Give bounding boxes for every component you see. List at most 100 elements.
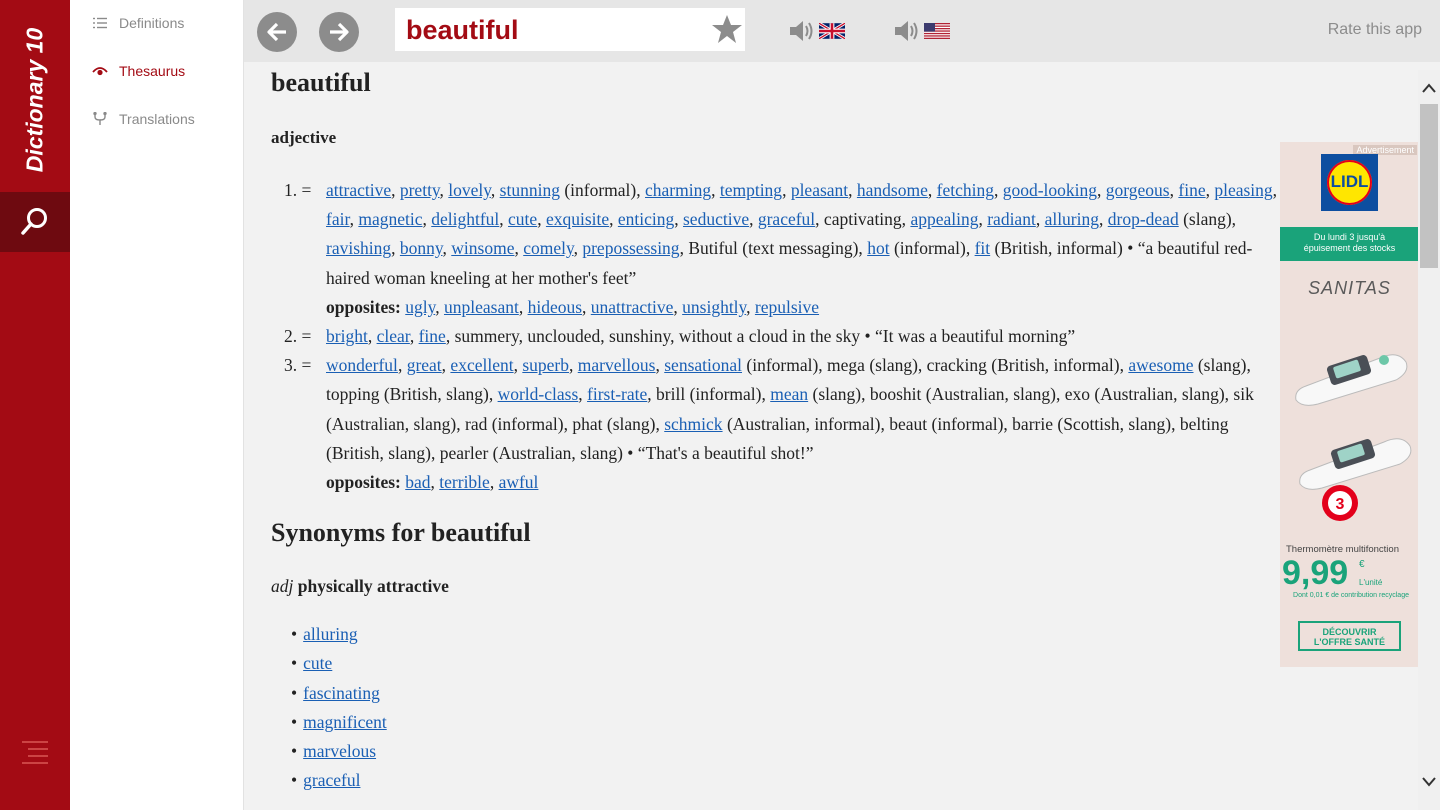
scroll-up-icon[interactable] [1421, 82, 1437, 94]
synonym-link[interactable]: wonderful [326, 355, 398, 375]
synonym-link[interactable]: alluring [303, 624, 357, 644]
synonym-link[interactable]: fair [326, 209, 350, 229]
pronounce-uk-button[interactable] [787, 16, 845, 46]
synonym-link[interactable]: lovely [448, 180, 491, 200]
synonym-link[interactable]: prepossessing [582, 238, 679, 258]
sense-number: 2. = [284, 326, 312, 347]
opposite-link[interactable]: unpleasant [444, 297, 519, 317]
synonym-link[interactable]: world-class [498, 384, 579, 404]
synonym-link[interactable]: gorgeous [1106, 180, 1170, 200]
opposite-link[interactable]: ugly [405, 297, 435, 317]
nav-item-definitions[interactable]: Definitions [70, 8, 243, 38]
eye-icon [92, 63, 108, 79]
opposite-link[interactable]: repulsive [755, 297, 819, 317]
sense-item: 2. = bright, clear, fine, summery, unclo… [284, 322, 1280, 351]
synonym-link[interactable]: stunning [500, 180, 560, 200]
nav-item-thesaurus[interactable]: Thesaurus [70, 56, 243, 86]
search-icon [21, 208, 47, 235]
opposite-link[interactable]: unattractive [591, 297, 674, 317]
app-title: Dictionary 10 [21, 27, 48, 173]
menu-icon [22, 741, 48, 764]
synonym-link[interactable]: hot [867, 238, 889, 258]
synonym-link[interactable]: sensational [664, 355, 742, 375]
search-nav-button[interactable] [0, 192, 70, 252]
opposite-link[interactable]: terrible [439, 472, 490, 492]
forward-button[interactable] [319, 12, 359, 52]
synonym-link[interactable]: pleasing [1214, 180, 1272, 200]
synonym-link[interactable]: great [407, 355, 442, 375]
opposites-label: opposites: [326, 296, 401, 317]
synonym-link[interactable]: enticing [618, 209, 674, 229]
opposite-link[interactable]: bad [405, 472, 430, 492]
entry-word: beautiful [271, 68, 371, 97]
synonym-link[interactable]: awesome [1128, 355, 1193, 375]
synonym-link[interactable]: charming [645, 180, 711, 200]
star-icon [712, 15, 742, 43]
synonym-link[interactable]: fetching [937, 180, 994, 200]
ad-recycling-note: Dont 0,01 € de contribution recyclage [1293, 592, 1409, 599]
ad-currency: € [1359, 559, 1365, 570]
synonym-link[interactable]: bright [326, 326, 368, 346]
synonym-link[interactable]: superb [522, 355, 569, 375]
list-item: graceful [291, 766, 387, 795]
favorite-star-button[interactable] [711, 13, 743, 50]
opposite-link[interactable]: awful [499, 472, 539, 492]
opposite-link[interactable]: hideous [528, 297, 582, 317]
lidl-logo: LIDL [1321, 154, 1378, 211]
synonym-link[interactable]: clear [377, 326, 410, 346]
rate-app-link[interactable]: Rate this app [1328, 21, 1422, 39]
hamburger-menu-button[interactable] [20, 738, 50, 766]
synonym-link[interactable]: excellent [450, 355, 513, 375]
search-box [395, 8, 745, 51]
nav-item-translations[interactable]: Translations [70, 104, 243, 134]
synonym-link[interactable]: fascinating [303, 683, 380, 703]
synonym-link[interactable]: alluring [1045, 209, 1099, 229]
synonym-link[interactable]: cute [303, 653, 332, 673]
synonym-link[interactable]: graceful [303, 770, 360, 790]
synonym-link[interactable]: good-looking [1003, 180, 1097, 200]
synonym-link[interactable]: graceful [758, 209, 815, 229]
nav-pane: Definitions Thesaurus Translations [70, 0, 244, 810]
search-input[interactable] [406, 13, 706, 47]
uk-flag-icon [819, 23, 845, 39]
sense-text: bright, clear, fine, summery, unclouded,… [326, 326, 1076, 347]
scroll-down-icon[interactable] [1421, 776, 1437, 788]
synonym-link[interactable]: marvelous [303, 741, 376, 761]
synonym-link[interactable]: handsome [857, 180, 928, 200]
ad-cta-button[interactable]: DÉCOUVRIR L'OFFRE SANTÉ [1298, 621, 1401, 651]
speaker-icon [895, 21, 918, 41]
synonym-link[interactable]: magnificent [303, 712, 387, 732]
list-item: alluring [291, 620, 387, 649]
synonym-link[interactable]: drop-dead [1108, 209, 1179, 229]
synonym-link[interactable]: first-rate [587, 384, 647, 404]
synonym-link[interactable]: cute [508, 209, 537, 229]
synonym-link[interactable]: fine [1178, 180, 1205, 200]
synonym-link[interactable]: magnetic [358, 209, 422, 229]
synonym-link[interactable]: winsome [451, 238, 514, 258]
scrollbar[interactable] [1418, 70, 1440, 810]
synonym-link[interactable]: tempting [720, 180, 782, 200]
synonym-link[interactable]: fine [419, 326, 446, 346]
synonym-link[interactable]: bonny [400, 238, 443, 258]
advertisement[interactable]: Advertisement LIDL Du lundi 3 jusqu'à ép… [1280, 142, 1419, 667]
synonym-link[interactable]: pleasant [791, 180, 848, 200]
synonym-link[interactable]: ravishing [326, 238, 391, 258]
synonym-link[interactable]: pretty [400, 180, 440, 200]
synonym-link[interactable]: delightful [431, 209, 499, 229]
synonym-link[interactable]: schmick [664, 414, 722, 434]
ad-price: 9,99 [1282, 554, 1349, 592]
synonym-link[interactable]: comely [523, 238, 573, 258]
synonym-link[interactable]: fit [975, 238, 991, 258]
opposite-link[interactable]: unsightly [682, 297, 746, 317]
scrollbar-thumb[interactable] [1420, 104, 1438, 268]
pronounce-us-button[interactable] [892, 16, 950, 46]
sense-number: 3. = [284, 355, 312, 376]
synonym-link[interactable]: appealing [910, 209, 978, 229]
synonym-link[interactable]: exquisite [546, 209, 609, 229]
back-button[interactable] [257, 12, 297, 52]
synonym-link[interactable]: radiant [987, 209, 1036, 229]
synonym-link[interactable]: attractive [326, 180, 391, 200]
synonym-link[interactable]: seductive [683, 209, 749, 229]
synonym-link[interactable]: marvellous [578, 355, 656, 375]
synonym-link[interactable]: mean [770, 384, 808, 404]
